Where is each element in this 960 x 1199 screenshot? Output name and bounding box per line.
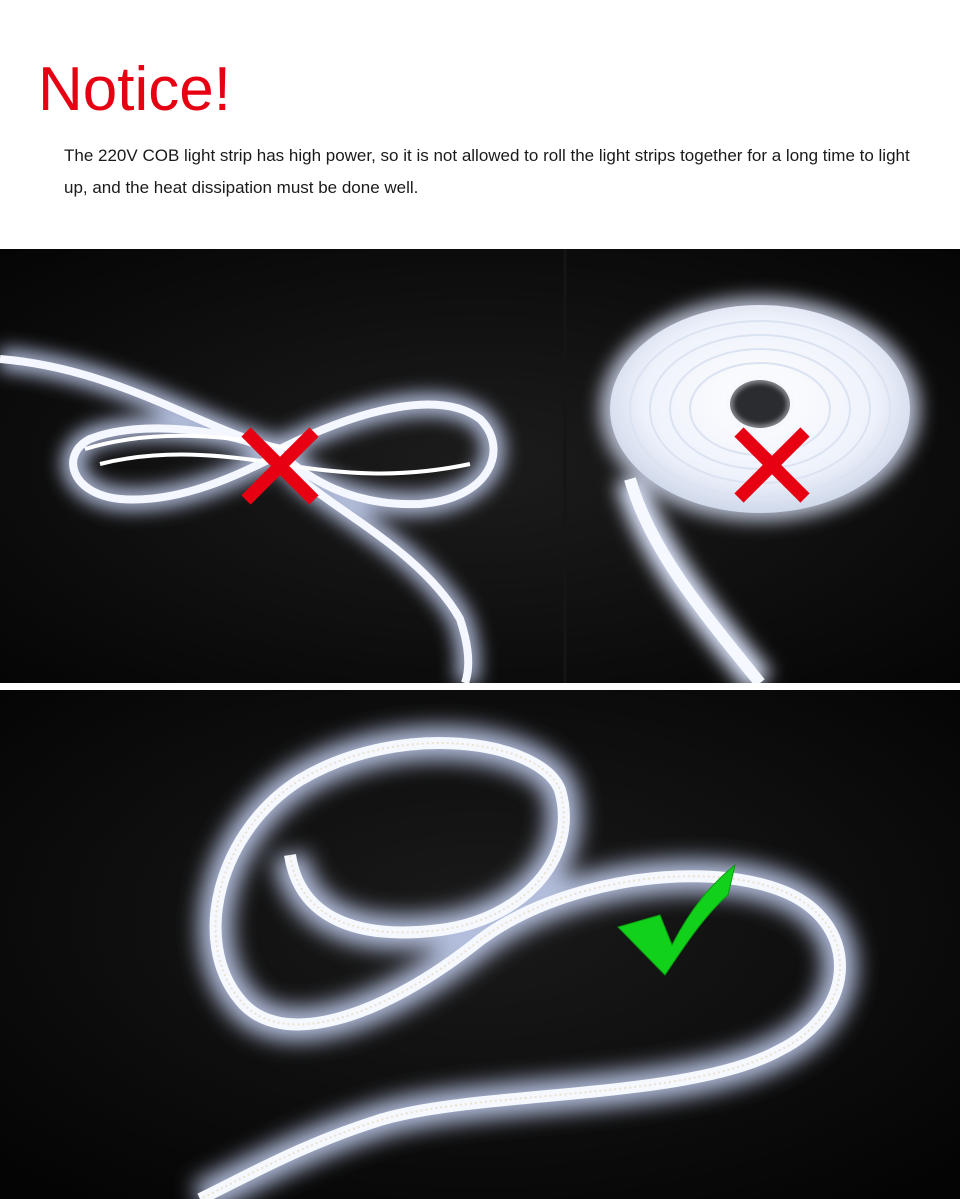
correct-example-illustration bbox=[0, 690, 960, 1199]
wrong-examples-photo bbox=[0, 249, 960, 683]
wrong-examples-illustration bbox=[0, 249, 960, 683]
notice-description: The 220V COB light strip has high power,… bbox=[64, 146, 910, 197]
notice-header: Notice! The 220V COB light strip has hig… bbox=[0, 0, 960, 248]
notice-title: Notice! bbox=[38, 55, 231, 124]
correct-example-photo bbox=[0, 690, 960, 1199]
